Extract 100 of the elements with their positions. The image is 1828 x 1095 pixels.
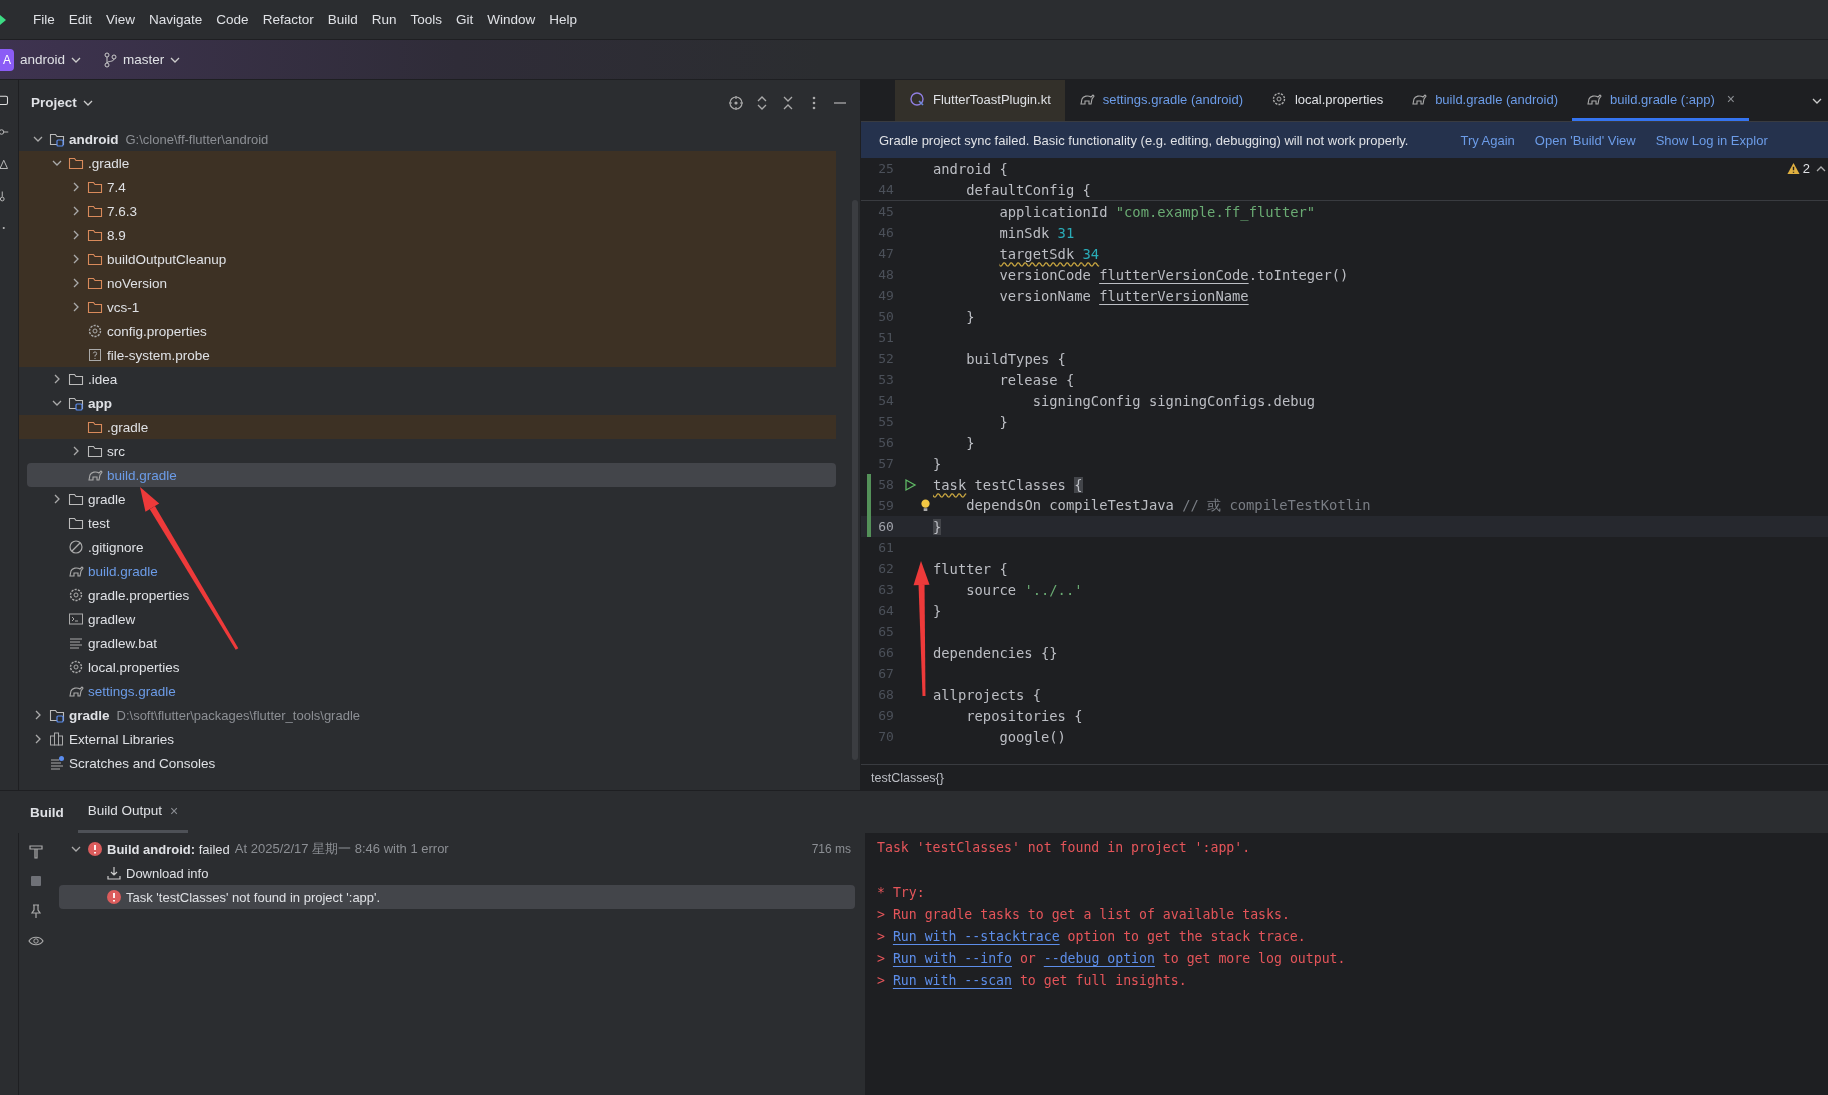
caret-icon[interactable]	[82, 99, 93, 106]
tree-item[interactable]: 7.4	[107, 179, 126, 195]
code-line: buildTypes {	[965, 350, 1066, 367]
module-folder-icon	[68, 395, 84, 411]
panel-title[interactable]: Project	[31, 95, 77, 110]
menu-item[interactable]: Navigate	[142, 12, 210, 27]
tabs-dropdown-icon[interactable]	[1812, 97, 1822, 104]
console-link[interactable]: Run with --stacktrace	[892, 928, 1060, 944]
class-file-icon	[909, 91, 925, 107]
menu-item[interactable]: File	[26, 12, 62, 27]
tree-item[interactable]: settings.gradle	[88, 683, 176, 699]
tree-item[interactable]: gradle.properties	[88, 587, 190, 603]
tree-item[interactable]: vcs-1	[107, 299, 140, 315]
banner-message: Gradle project sync failed. Basic functionality (e.g. editing, debugging) will not work properly.	[879, 132, 1409, 148]
menu-item[interactable]: Run	[364, 12, 404, 27]
warning-count[interactable]: 2	[1786, 161, 1810, 176]
tree-item[interactable]: gradlew.bat	[88, 635, 158, 651]
text-file-icon	[68, 635, 84, 651]
tree-item[interactable]: External Libraries	[69, 731, 175, 747]
code-line: }	[933, 602, 942, 619]
tree-item[interactable]: config.properties	[107, 323, 207, 339]
console-link[interactable]: Run with --scan	[892, 972, 1012, 988]
stop-icon[interactable]	[28, 873, 44, 889]
tree-item[interactable]: test	[88, 515, 110, 531]
menu-item[interactable]: Git	[449, 12, 481, 27]
code-line: dependencies {}	[933, 644, 1058, 661]
caret-icon[interactable]	[71, 56, 82, 63]
tree-item[interactable]: 8.9	[107, 227, 126, 243]
folder-icon	[68, 155, 84, 171]
hammer-icon[interactable]	[28, 843, 44, 859]
tree-item[interactable]: 7.6.3	[107, 203, 138, 219]
download-icon	[106, 865, 122, 881]
code-line: targetSdk 34	[998, 245, 1100, 262]
menu-item[interactable]: Code	[209, 12, 256, 27]
tree-item[interactable]: gradlew	[88, 611, 136, 627]
tree-item[interactable]: .gradle	[107, 419, 149, 435]
console-link[interactable]: Run with --info	[892, 950, 1012, 966]
code-line: repositories {	[965, 707, 1083, 724]
editor-tab[interactable]: build.gradle (android)	[1397, 80, 1572, 121]
menu-item[interactable]: Build	[320, 12, 365, 27]
tree-item[interactable]: noVersion	[107, 275, 168, 291]
caret-icon[interactable]	[170, 56, 181, 63]
tree-item[interactable]: build.gradle	[107, 467, 177, 483]
item-path: D:\soft\flutter\packages\flutter_tools\gradle	[116, 707, 361, 723]
tree-item[interactable]: src	[107, 443, 125, 459]
branch-selector[interactable]: master	[123, 52, 165, 67]
code-line: minSdk 31	[998, 224, 1075, 241]
run-icon[interactable]	[903, 477, 917, 492]
tree-item[interactable]: gradle	[69, 707, 110, 723]
folder-icon	[68, 491, 84, 507]
menu-item[interactable]: Window	[480, 12, 543, 27]
project-selector[interactable]: android	[20, 52, 66, 67]
banner-link[interactable]: Open 'Build' View	[1534, 132, 1636, 148]
app-logo-icon	[0, 12, 8, 27]
code-line: signingConfig signingConfigs.debug	[1031, 392, 1316, 409]
locate-icon[interactable]	[728, 94, 744, 111]
line-number: 60	[877, 519, 895, 534]
folder-icon	[87, 443, 103, 459]
tree-item[interactable]: android	[69, 131, 119, 147]
menu-item[interactable]: View	[99, 12, 143, 27]
console-line: > Run with --stacktrace option to get the stack trace.	[877, 928, 1306, 944]
code-line: }	[998, 413, 1008, 430]
tree-item[interactable]: build.gradle	[88, 563, 158, 579]
menu-item[interactable]: Help	[542, 12, 585, 27]
tree-item[interactable]: .gitignore	[88, 539, 144, 555]
tree-item[interactable]: file-system.probe	[107, 347, 210, 363]
editor-tab[interactable]: local.properties	[1257, 80, 1398, 121]
pin-icon[interactable]	[28, 903, 44, 919]
project-badge: A	[0, 48, 14, 71]
tree-item[interactable]: buildOutputCleanup	[107, 251, 227, 267]
menu-item[interactable]: Tools	[403, 12, 449, 27]
banner-link[interactable]: Try Again	[1460, 132, 1515, 148]
module-folder-icon	[49, 131, 65, 147]
caret-icon[interactable]	[1816, 166, 1826, 172]
tree-item[interactable]: local.properties	[88, 659, 180, 675]
tree-item[interactable]: .gradle	[88, 155, 130, 171]
code-line: release {	[998, 371, 1075, 388]
code-line: google()	[998, 728, 1066, 745]
tree-item[interactable]: Scratches and Consoles	[69, 755, 216, 771]
tree-item[interactable]: app	[88, 395, 112, 411]
gear-icon	[87, 323, 103, 339]
gear-icon	[68, 659, 84, 675]
console-link[interactable]: --debug option	[1043, 950, 1155, 966]
library-icon	[49, 731, 65, 747]
module-folder-icon	[49, 707, 65, 723]
tree-item[interactable]: gradle	[88, 491, 126, 507]
lightbulb-icon[interactable]	[920, 498, 931, 513]
tree-item[interactable]: .idea	[88, 371, 118, 387]
item-path: G:\clone\ff-flutter\android	[125, 131, 269, 147]
build-message[interactable]: Download info	[126, 865, 209, 881]
build-status[interactable]: Build android: failed	[107, 841, 230, 857]
folder-icon	[87, 227, 103, 243]
editor-tab[interactable]: settings.gradle (android)	[1064, 80, 1257, 121]
breadcrumb[interactable]: testClasses{}	[871, 770, 944, 785]
console-line: > Run gradle tasks to get a list of available tasks.	[877, 906, 1290, 922]
branch-icon	[103, 51, 118, 68]
menu-item[interactable]: Refactor	[255, 12, 321, 27]
editor-tab[interactable]: FlutterToastPlugin.kt	[895, 80, 1065, 121]
menu-item[interactable]: Edit	[61, 12, 100, 27]
banner-link[interactable]: Show Log in Explor	[1655, 132, 1768, 148]
